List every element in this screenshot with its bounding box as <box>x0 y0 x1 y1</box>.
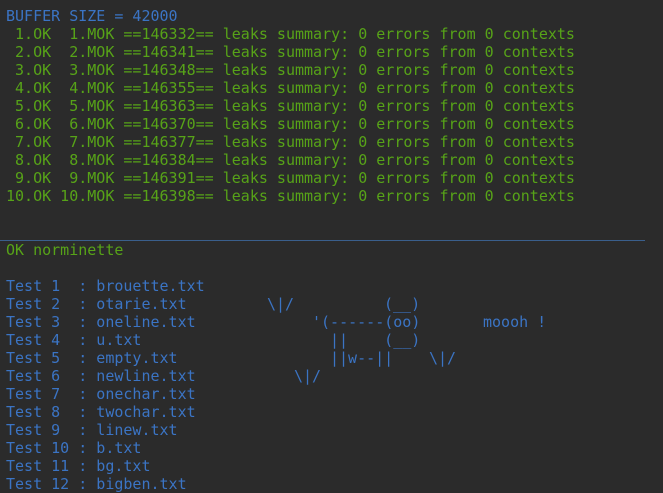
test-line-9: Test 9 : linew.txt <box>6 421 178 439</box>
buffer-size-line: BUFFER SIZE = 42000 <box>6 7 178 25</box>
cow-art-body: '(------(oo) <box>312 313 421 331</box>
cow-art-grass-3: \|/ <box>294 367 322 385</box>
result-line-9: 9.OK 9.MOK ==146391== leaks summary: 0 e… <box>6 169 575 187</box>
result-line-3: 3.OK 3.MOK ==146348== leaks summary: 0 e… <box>6 61 575 79</box>
result-line-4: 4.OK 4.MOK ==146355== leaks summary: 0 e… <box>6 79 575 97</box>
test-line-1: Test 1 : brouette.txt <box>6 277 205 295</box>
result-line-5: 5.OK 5.MOK ==146363== leaks summary: 0 e… <box>6 97 575 115</box>
test-line-4: Test 4 : u.txt <box>6 331 142 349</box>
cow-art-speech: moooh ! <box>483 313 547 331</box>
test-line-8: Test 8 : twochar.txt <box>6 403 196 421</box>
result-line-7: 7.OK 7.MOK ==146377== leaks summary: 0 e… <box>6 133 575 151</box>
result-line-8: 8.OK 8.MOK ==146384== leaks summary: 0 e… <box>6 151 575 169</box>
test-line-12: Test 12 : bigben.txt <box>6 475 187 493</box>
cow-art-grass-1: \|/ <box>267 295 295 313</box>
test-line-6: Test 6 : newline.txt <box>6 367 196 385</box>
test-line-2: Test 2 : otarie.txt <box>6 295 187 313</box>
cow-art-legs-top: || (__) <box>330 331 421 349</box>
test-line-10: Test 10 : b.txt <box>6 439 142 457</box>
result-line-6: 6.OK 6.MOK ==146370== leaks summary: 0 e… <box>6 115 575 133</box>
result-line-10: 10.OK 10.MOK ==146398== leaks summary: 0… <box>6 187 575 205</box>
cow-art-legs-bottom: ||w--|| <box>330 349 394 367</box>
cow-art-head-top: (__) <box>384 295 421 313</box>
result-line-1: 1.OK 1.MOK ==146332== leaks summary: 0 e… <box>6 25 575 43</box>
terminal-window[interactable]: BUFFER SIZE = 42000 1.OK 1.MOK ==146332=… <box>0 0 663 493</box>
cow-art-grass-2: \|/ <box>429 349 457 367</box>
norminette-status: OK norminette <box>6 241 124 259</box>
test-line-7: Test 7 : onechar.txt <box>6 385 196 403</box>
result-line-2: 2.OK 2.MOK ==146341== leaks summary: 0 e… <box>6 43 575 61</box>
test-line-5: Test 5 : empty.txt <box>6 349 178 367</box>
test-line-3: Test 3 : oneline.txt <box>6 313 196 331</box>
test-line-11: Test 11 : bg.txt <box>6 457 151 475</box>
